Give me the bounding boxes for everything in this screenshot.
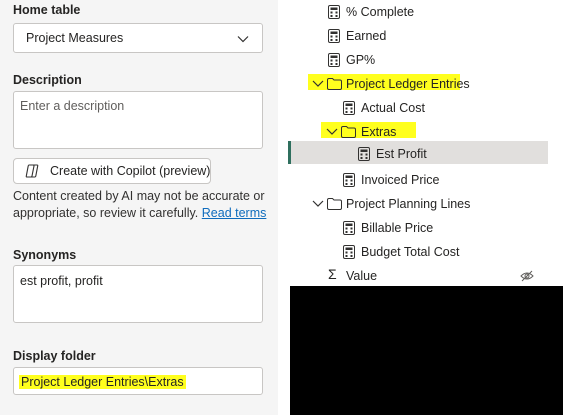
tree-item-label: Invoiced Price bbox=[361, 173, 440, 187]
tree-folder-label: Project Planning Lines bbox=[346, 197, 471, 211]
display-folder-label: Display folder bbox=[13, 349, 96, 363]
calculator-icon bbox=[328, 53, 340, 67]
description-label: Description bbox=[13, 73, 82, 87]
tree-item-billable-price[interactable]: Billable Price bbox=[288, 216, 548, 240]
tree-item-label: % Complete bbox=[346, 5, 415, 19]
tree-folder-project-planning-lines[interactable]: Project Planning Lines bbox=[288, 192, 548, 216]
blacked-out-region bbox=[290, 286, 563, 415]
tree-item-value[interactable]: Σ Value bbox=[288, 264, 548, 288]
folder-icon bbox=[341, 126, 356, 138]
tree-item-label: Value bbox=[346, 269, 378, 283]
tree-item-label: Actual Cost bbox=[361, 101, 425, 115]
tree-item-label: Billable Price bbox=[361, 221, 434, 235]
display-folder-value: Project Ledger Entries\Extras bbox=[19, 375, 186, 389]
calculator-icon bbox=[343, 245, 355, 259]
tree-folder-extras[interactable]: Extras bbox=[288, 120, 548, 144]
create-with-copilot-button[interactable]: Create with Copilot (preview) bbox=[13, 158, 211, 184]
synonyms-value: est profit, profit bbox=[20, 274, 103, 288]
calculator-icon bbox=[328, 29, 340, 43]
tree-item-invoiced-price[interactable]: Invoiced Price bbox=[288, 168, 548, 192]
tree-folder-label: Project Ledger Entries bbox=[346, 77, 470, 91]
tree-folder-label: Extras bbox=[361, 125, 397, 139]
pane-divider bbox=[278, 0, 288, 415]
folder-icon bbox=[327, 78, 342, 90]
tree-item-label: GP% bbox=[346, 53, 376, 67]
tree-item-complete[interactable]: % Complete bbox=[288, 0, 548, 24]
chevron-down-icon bbox=[237, 36, 249, 43]
tree-item-label: Budget Total Cost bbox=[361, 245, 460, 259]
calculator-icon bbox=[358, 147, 370, 161]
read-terms-link[interactable]: Read terms bbox=[202, 206, 267, 220]
calculator-icon bbox=[343, 101, 355, 115]
home-table-select[interactable]: Project Measures bbox=[13, 23, 263, 53]
properties-pane: Home table Project Measures Description … bbox=[0, 0, 278, 415]
display-folder-input[interactable]: Project Ledger Entries\Extras bbox=[13, 367, 263, 395]
home-table-label: Home table bbox=[13, 3, 81, 17]
synonyms-input[interactable]: est profit, profit bbox=[13, 265, 263, 323]
chevron-down-icon[interactable] bbox=[312, 199, 324, 209]
tree-item-actual-cost[interactable]: Actual Cost bbox=[288, 96, 548, 120]
chevron-down-icon[interactable] bbox=[326, 127, 338, 137]
folder-icon bbox=[327, 198, 342, 210]
tree-item-label: Est Profit bbox=[376, 147, 427, 161]
eye-hidden-icon[interactable] bbox=[520, 270, 534, 282]
tree-item-label: Earned bbox=[346, 29, 387, 43]
home-table-value: Project Measures bbox=[26, 31, 124, 45]
calculator-icon bbox=[328, 5, 340, 19]
calculator-icon bbox=[343, 173, 355, 187]
ai-disclaimer: Content created by AI may not be accurat… bbox=[13, 188, 268, 222]
tree-folder-project-ledger-entries[interactable]: Project Ledger Entries bbox=[288, 72, 548, 96]
chevron-down-icon[interactable] bbox=[312, 79, 324, 89]
calculator-icon bbox=[343, 221, 355, 235]
tree-item-budget-total-cost[interactable]: Budget Total Cost bbox=[288, 240, 548, 264]
tree-item-earned[interactable]: Earned bbox=[288, 24, 548, 48]
copilot-icon bbox=[25, 164, 39, 178]
synonyms-label: Synonyms bbox=[13, 248, 77, 262]
description-input[interactable]: Enter a description bbox=[13, 91, 263, 149]
tree-item-gp[interactable]: GP% bbox=[288, 48, 548, 72]
sigma-icon: Σ bbox=[328, 266, 337, 282]
description-placeholder: Enter a description bbox=[20, 99, 125, 113]
copilot-button-label: Create with Copilot (preview) bbox=[50, 164, 211, 178]
tree-item-est-profit[interactable]: Est Profit bbox=[288, 142, 548, 166]
